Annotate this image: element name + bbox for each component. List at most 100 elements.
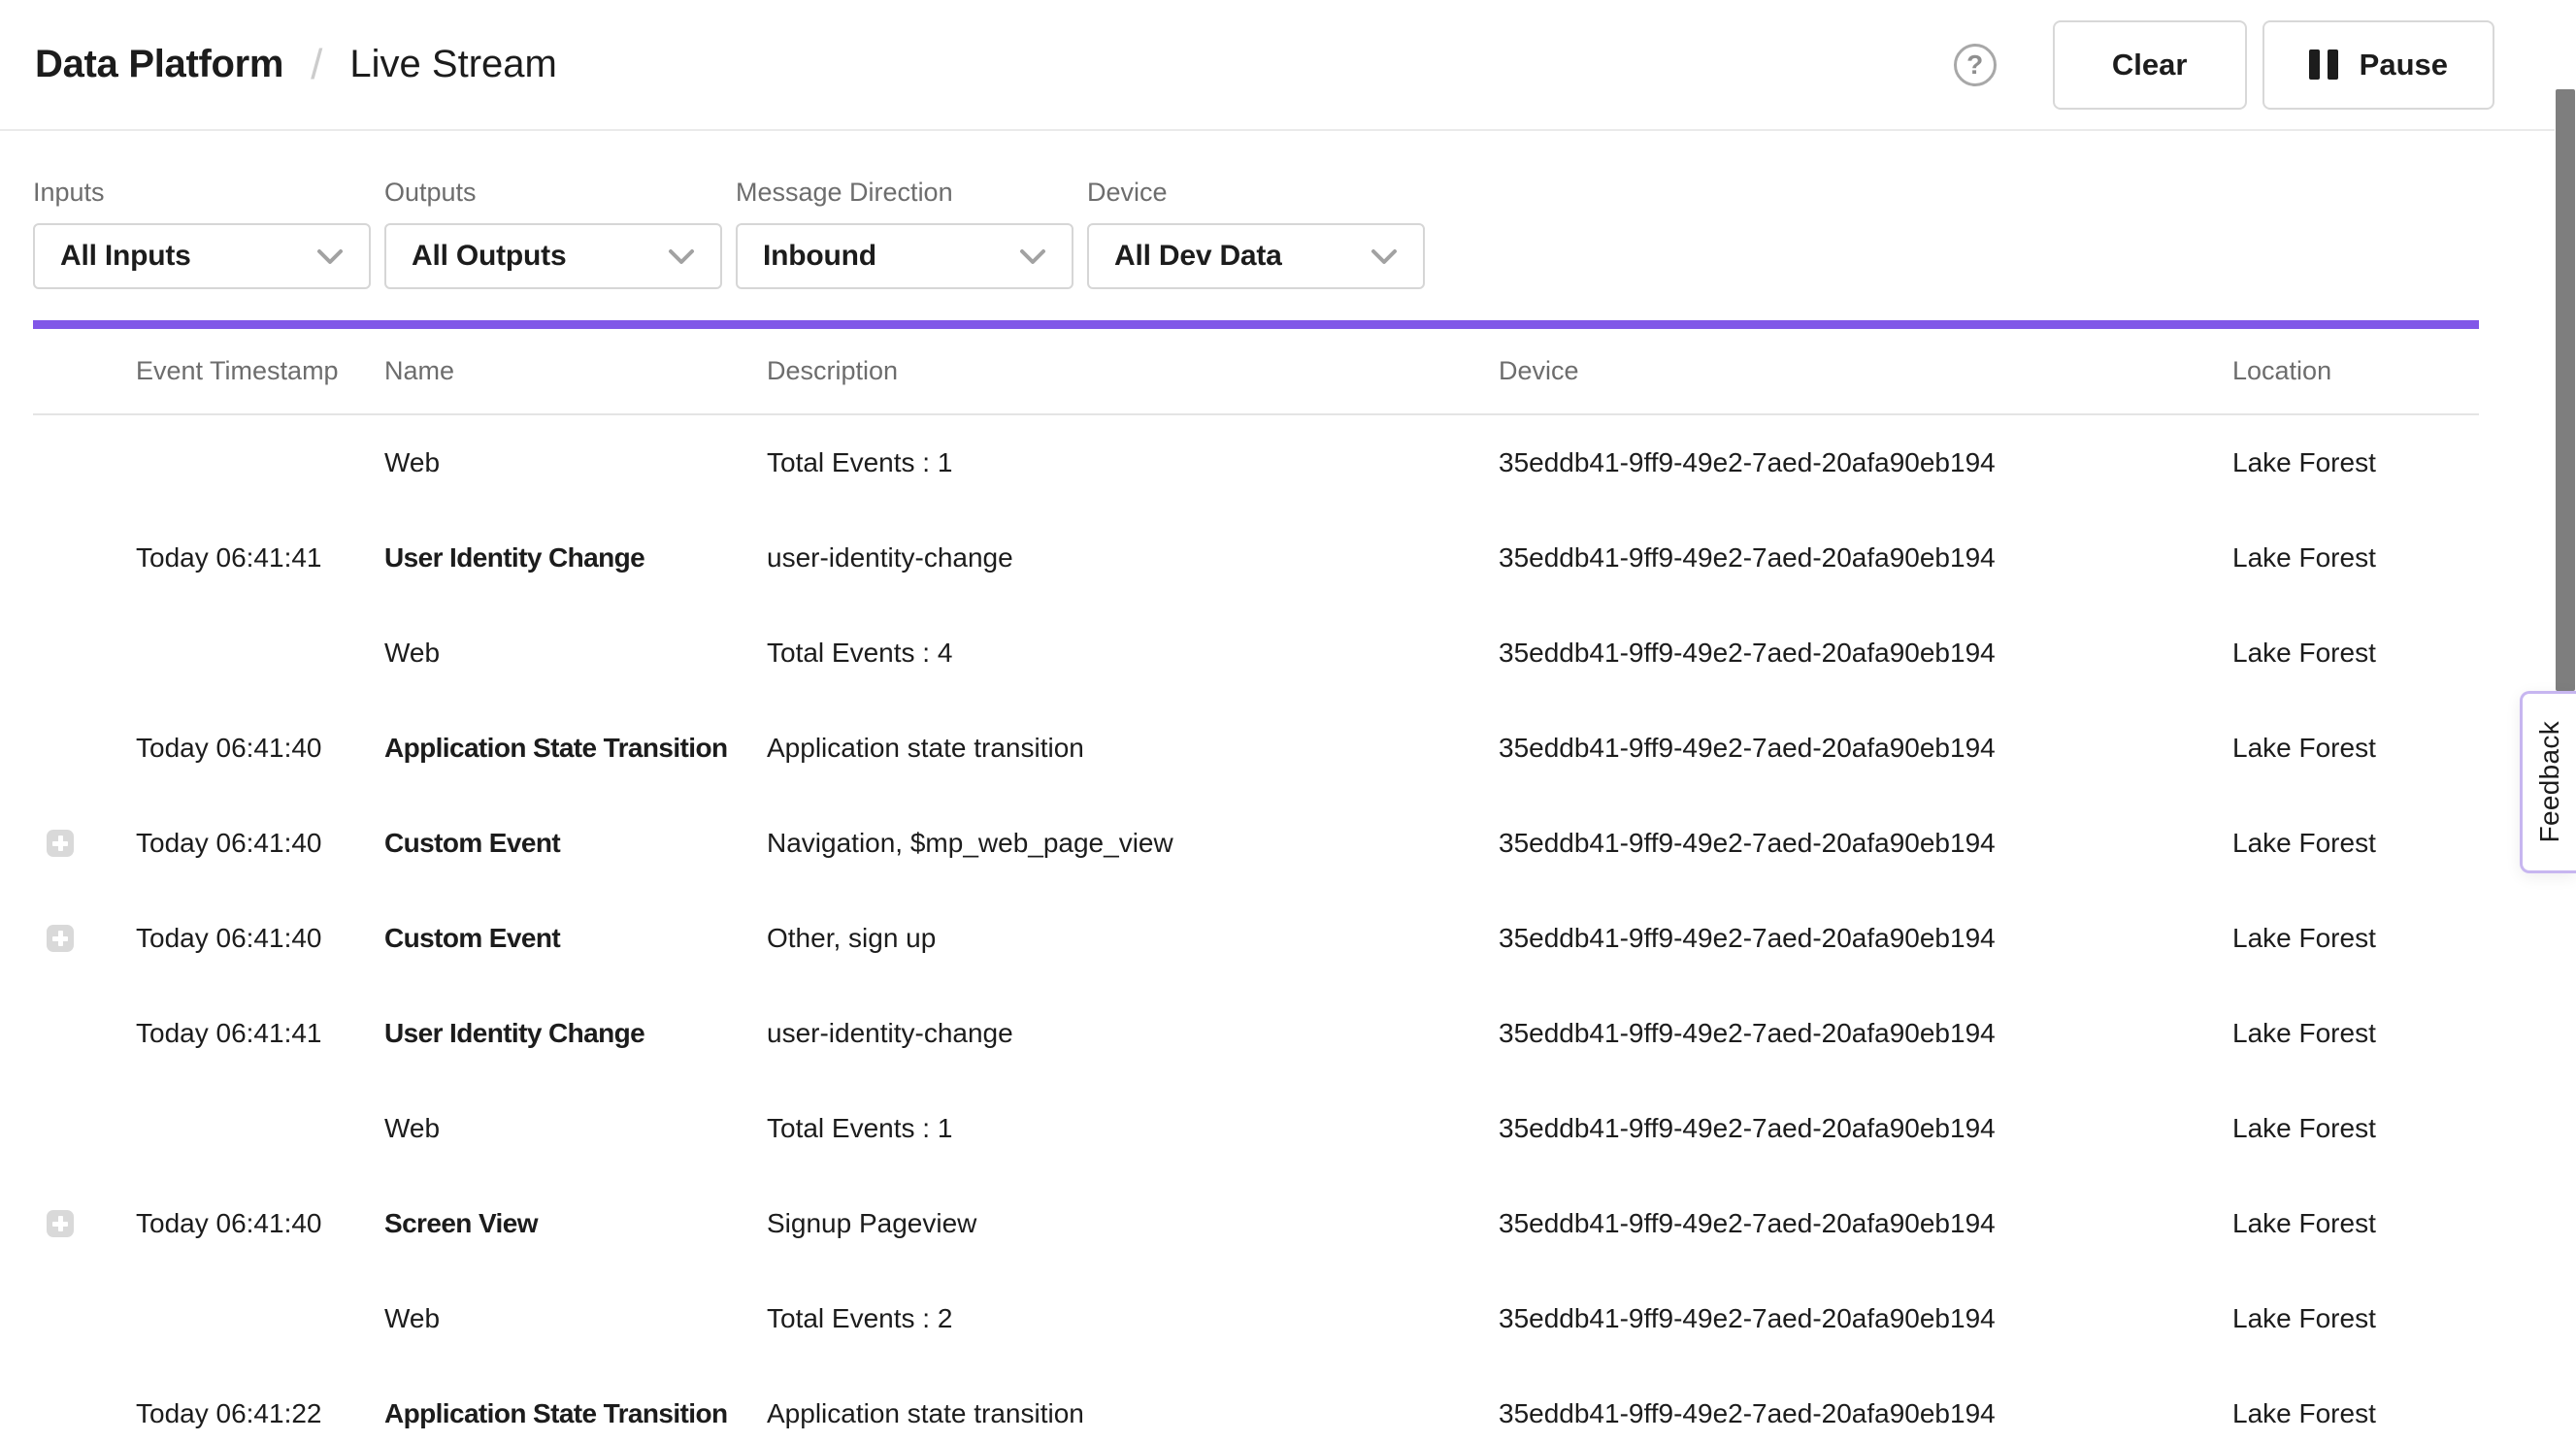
cell-device: 35eddb41-9ff9-49e2-7aed-20afa90eb194: [1499, 1208, 2232, 1239]
filter-inputs: Inputs All Inputs: [33, 178, 371, 289]
cell-description: Signup Pageview: [767, 1208, 1499, 1239]
header-actions: ? Clear Pause: [1954, 20, 2494, 110]
column-event-timestamp: Event Timestamp: [136, 356, 384, 386]
pause-label: Pause: [2360, 48, 2448, 82]
filter-device: Device All Dev Data: [1087, 178, 1425, 289]
cell-location: Lake Forest: [2232, 1398, 2479, 1429]
filters-bar: Inputs All Inputs Outputs All Outputs Me…: [33, 178, 1425, 289]
cell-description: user-identity-change: [767, 1018, 1499, 1049]
table-row[interactable]: Web Total Events : 2 35eddb41-9ff9-49e2-…: [33, 1271, 2479, 1366]
cell-location: Lake Forest: [2232, 923, 2479, 954]
live-stream-page: Data Platform / Live Stream ? Clear Paus…: [0, 0, 2576, 1442]
cell-name: Web: [384, 1113, 767, 1144]
events-table: Event Timestamp Name Description Device …: [33, 329, 2479, 1442]
feedback-tab[interactable]: Feedback: [2520, 691, 2576, 873]
table-row[interactable]: Today 06:41:40 Application State Transit…: [33, 701, 2479, 796]
filter-outputs: Outputs All Outputs: [384, 178, 722, 289]
filter-message-direction-label: Message Direction: [736, 178, 1073, 208]
cell-name: Application State Transition: [384, 1398, 767, 1429]
cell-timestamp: Today 06:41:40: [136, 1208, 384, 1239]
table-row[interactable]: Today 06:41:22 Application State Transit…: [33, 1366, 2479, 1442]
expand-plus-icon[interactable]: [47, 1210, 74, 1237]
feedback-tab-label: Feedback: [2534, 721, 2565, 842]
cell-device: 35eddb41-9ff9-49e2-7aed-20afa90eb194: [1499, 923, 2232, 954]
filter-inputs-label: Inputs: [33, 178, 371, 208]
table-row[interactable]: Today 06:41:40 Screen View Signup Pagevi…: [33, 1176, 2479, 1271]
cell-description: Application state transition: [767, 733, 1499, 764]
cell-location: Lake Forest: [2232, 1018, 2479, 1049]
pause-button[interactable]: Pause: [2262, 20, 2494, 110]
cell-name: Web: [384, 1303, 767, 1334]
cell-timestamp: Today 06:41:41: [136, 1018, 384, 1049]
cell-location: Lake Forest: [2232, 1113, 2479, 1144]
breadcrumb: Data Platform / Live Stream: [35, 41, 557, 89]
table-row[interactable]: Today 06:41:40 Custom Event Navigation, …: [33, 796, 2479, 891]
filter-outputs-label: Outputs: [384, 178, 722, 208]
cell-description: Navigation, $mp_web_page_view: [767, 828, 1499, 859]
expand-plus-icon[interactable]: [47, 925, 74, 952]
scrollbar-thumb[interactable]: [2556, 89, 2575, 691]
cell-location: Lake Forest: [2232, 542, 2479, 574]
column-location: Location: [2232, 356, 2479, 386]
cell-description: Total Events : 2: [767, 1303, 1499, 1334]
cell-description: Total Events : 1: [767, 1113, 1499, 1144]
cell-description: Application state transition: [767, 1398, 1499, 1429]
device-select[interactable]: All Dev Data: [1087, 223, 1425, 289]
breadcrumb-live-stream: Live Stream: [349, 43, 556, 86]
table-row[interactable]: Today 06:41:41 User Identity Change user…: [33, 986, 2479, 1081]
cell-device: 35eddb41-9ff9-49e2-7aed-20afa90eb194: [1499, 638, 2232, 669]
table-row[interactable]: Web Total Events : 4 35eddb41-9ff9-49e2-…: [33, 606, 2479, 701]
cell-name: Web: [384, 447, 767, 478]
clear-button[interactable]: Clear: [2053, 20, 2247, 110]
cell-device: 35eddb41-9ff9-49e2-7aed-20afa90eb194: [1499, 733, 2232, 764]
inputs-select-value: All Inputs: [60, 240, 191, 273]
cell-location: Lake Forest: [2232, 733, 2479, 764]
table-row[interactable]: Today 06:41:40 Custom Event Other, sign …: [33, 891, 2479, 986]
top-header: Data Platform / Live Stream ? Clear Paus…: [0, 0, 2576, 131]
pause-icon: [2309, 49, 2338, 80]
cell-location: Lake Forest: [2232, 828, 2479, 859]
column-name: Name: [384, 356, 767, 386]
cell-timestamp: Today 06:41:40: [136, 733, 384, 764]
outputs-select[interactable]: All Outputs: [384, 223, 722, 289]
cell-name: Custom Event: [384, 923, 767, 954]
expand-plus-icon[interactable]: [47, 830, 74, 857]
cell-device: 35eddb41-9ff9-49e2-7aed-20afa90eb194: [1499, 1018, 2232, 1049]
cell-name: User Identity Change: [384, 542, 767, 574]
table-row[interactable]: Web Total Events : 1 35eddb41-9ff9-49e2-…: [33, 1081, 2479, 1176]
cell-timestamp: Today 06:41:40: [136, 828, 384, 859]
column-device: Device: [1499, 356, 2232, 386]
cell-device: 35eddb41-9ff9-49e2-7aed-20afa90eb194: [1499, 447, 2232, 478]
cell-name: User Identity Change: [384, 1018, 767, 1049]
column-description: Description: [767, 356, 1499, 386]
help-icon[interactable]: ?: [1954, 44, 1997, 86]
cell-description: Other, sign up: [767, 923, 1499, 954]
cell-device: 35eddb41-9ff9-49e2-7aed-20afa90eb194: [1499, 828, 2232, 859]
chevron-down-icon: [1371, 248, 1398, 265]
breadcrumb-data-platform[interactable]: Data Platform: [35, 43, 283, 86]
inputs-select[interactable]: All Inputs: [33, 223, 371, 289]
cell-location: Lake Forest: [2232, 638, 2479, 669]
chevron-down-icon: [668, 248, 695, 265]
cell-name: Screen View: [384, 1208, 767, 1239]
table-row[interactable]: Today 06:41:41 User Identity Change user…: [33, 510, 2479, 606]
chevron-down-icon: [1019, 248, 1046, 265]
message-direction-select-value: Inbound: [763, 240, 876, 273]
cell-name: Web: [384, 638, 767, 669]
filter-message-direction: Message Direction Inbound: [736, 178, 1073, 289]
cell-timestamp: Today 06:41:41: [136, 542, 384, 574]
cell-description: Total Events : 1: [767, 447, 1499, 478]
table-body: Web Total Events : 1 35eddb41-9ff9-49e2-…: [33, 415, 2479, 1442]
cell-device: 35eddb41-9ff9-49e2-7aed-20afa90eb194: [1499, 1113, 2232, 1144]
cell-name: Custom Event: [384, 828, 767, 859]
cell-device: 35eddb41-9ff9-49e2-7aed-20afa90eb194: [1499, 1398, 2232, 1429]
table-row[interactable]: Web Total Events : 1 35eddb41-9ff9-49e2-…: [33, 415, 2479, 510]
cell-location: Lake Forest: [2232, 1208, 2479, 1239]
message-direction-select[interactable]: Inbound: [736, 223, 1073, 289]
cell-name: Application State Transition: [384, 733, 767, 764]
cell-location: Lake Forest: [2232, 447, 2479, 478]
accent-divider: [33, 320, 2479, 329]
cell-description: user-identity-change: [767, 542, 1499, 574]
filter-device-label: Device: [1087, 178, 1425, 208]
device-select-value: All Dev Data: [1114, 240, 1282, 273]
